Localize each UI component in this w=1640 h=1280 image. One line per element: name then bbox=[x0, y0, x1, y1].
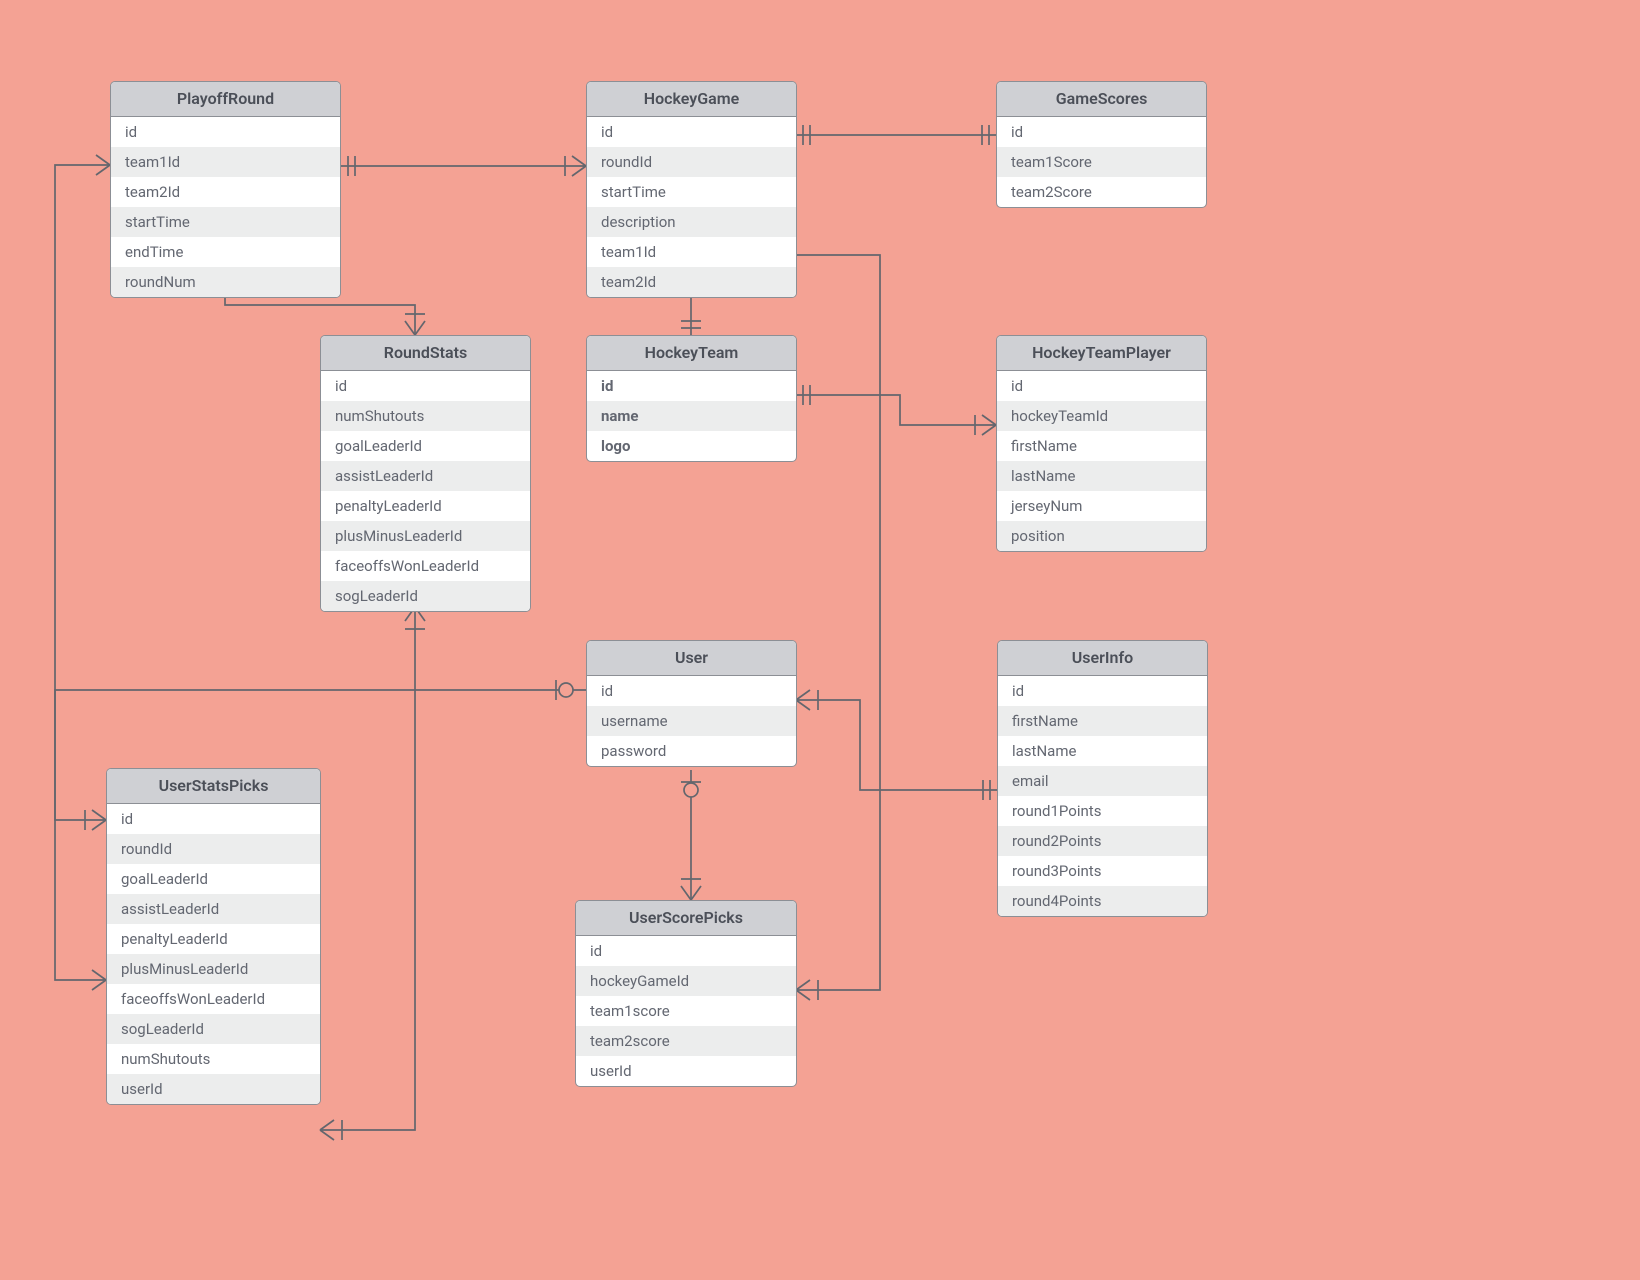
entity-title: PlayoffRound bbox=[111, 82, 340, 117]
entity-user-stats-picks: UserStatsPicks id roundId goalLeaderId a… bbox=[106, 768, 321, 1105]
entity-title: HockeyGame bbox=[587, 82, 796, 117]
entity-field: startTime bbox=[111, 207, 340, 237]
entity-field: plusMinusLeaderId bbox=[107, 954, 320, 984]
entity-field: round3Points bbox=[998, 856, 1207, 886]
entity-field: position bbox=[997, 521, 1206, 551]
entity-field: userId bbox=[576, 1056, 796, 1086]
entity-field: lastName bbox=[997, 461, 1206, 491]
entity-field: round1Points bbox=[998, 796, 1207, 826]
entity-field: id bbox=[998, 676, 1207, 706]
entity-field: penaltyLeaderId bbox=[107, 924, 320, 954]
entity-title: UserScorePicks bbox=[576, 901, 796, 936]
entity-user-score-picks: UserScorePicks id hockeyGameId team1scor… bbox=[575, 900, 797, 1087]
entity-field: goalLeaderId bbox=[321, 431, 530, 461]
entity-field: description bbox=[587, 207, 796, 237]
entity-field: id bbox=[587, 117, 796, 147]
entity-field: round2Points bbox=[998, 826, 1207, 856]
entity-title: UserInfo bbox=[998, 641, 1207, 676]
entity-field: userId bbox=[107, 1074, 320, 1104]
entity-hockey-game: HockeyGame id roundId startTime descript… bbox=[586, 81, 797, 298]
entity-field: faceoffsWonLeaderId bbox=[107, 984, 320, 1014]
entity-field: name bbox=[587, 401, 796, 431]
entity-field: penaltyLeaderId bbox=[321, 491, 530, 521]
entity-field: endTime bbox=[111, 237, 340, 267]
entity-field: id bbox=[997, 371, 1206, 401]
entity-playoff-round: PlayoffRound id team1Id team2Id startTim… bbox=[110, 81, 341, 298]
entity-field: id bbox=[321, 371, 530, 401]
entity-field: team2Score bbox=[997, 177, 1206, 207]
entity-title: HockeyTeam bbox=[587, 336, 796, 371]
entity-field: id bbox=[111, 117, 340, 147]
entity-title: RoundStats bbox=[321, 336, 530, 371]
entity-field: id bbox=[587, 676, 796, 706]
entity-field: roundNum bbox=[111, 267, 340, 297]
entity-field: sogLeaderId bbox=[107, 1014, 320, 1044]
entity-field: jerseyNum bbox=[997, 491, 1206, 521]
entity-field: team1score bbox=[576, 996, 796, 1026]
entity-field: team1Id bbox=[587, 237, 796, 267]
entity-user: User id username password bbox=[586, 640, 797, 767]
entity-field: team2Id bbox=[587, 267, 796, 297]
entity-field: password bbox=[587, 736, 796, 766]
entity-field: plusMinusLeaderId bbox=[321, 521, 530, 551]
entity-field: team1Score bbox=[997, 147, 1206, 177]
entity-field: id bbox=[576, 936, 796, 966]
entity-field: hockeyGameId bbox=[576, 966, 796, 996]
entity-field: faceoffsWonLeaderId bbox=[321, 551, 530, 581]
entity-field: assistLeaderId bbox=[321, 461, 530, 491]
entity-field: round4Points bbox=[998, 886, 1207, 916]
entity-field: email bbox=[998, 766, 1207, 796]
entity-field: id bbox=[107, 804, 320, 834]
entity-field: firstName bbox=[997, 431, 1206, 461]
entity-field: username bbox=[587, 706, 796, 736]
entity-field: lastName bbox=[998, 736, 1207, 766]
entity-field: firstName bbox=[998, 706, 1207, 736]
entity-title: UserStatsPicks bbox=[107, 769, 320, 804]
entity-round-stats: RoundStats id numShutouts goalLeaderId a… bbox=[320, 335, 531, 612]
entity-field: logo bbox=[587, 431, 796, 461]
entity-field: team1Id bbox=[111, 147, 340, 177]
entity-title: User bbox=[587, 641, 796, 676]
entity-user-info: UserInfo id firstName lastName email rou… bbox=[997, 640, 1208, 917]
entity-field: team2score bbox=[576, 1026, 796, 1056]
entity-field: goalLeaderId bbox=[107, 864, 320, 894]
entity-field: roundId bbox=[107, 834, 320, 864]
entity-title: GameScores bbox=[997, 82, 1206, 117]
entity-field: numShutouts bbox=[321, 401, 530, 431]
entity-field: numShutouts bbox=[107, 1044, 320, 1074]
entity-field: startTime bbox=[587, 177, 796, 207]
entity-field: assistLeaderId bbox=[107, 894, 320, 924]
entity-field: id bbox=[587, 371, 796, 401]
entity-field: roundId bbox=[587, 147, 796, 177]
entity-hockey-team: HockeyTeam id name logo bbox=[586, 335, 797, 462]
entity-hockey-team-player: HockeyTeamPlayer id hockeyTeamId firstNa… bbox=[996, 335, 1207, 552]
entity-field: hockeyTeamId bbox=[997, 401, 1206, 431]
entity-field: sogLeaderId bbox=[321, 581, 530, 611]
entity-field: team2Id bbox=[111, 177, 340, 207]
entity-game-scores: GameScores id team1Score team2Score bbox=[996, 81, 1207, 208]
entity-title: HockeyTeamPlayer bbox=[997, 336, 1206, 371]
entity-field: id bbox=[997, 117, 1206, 147]
